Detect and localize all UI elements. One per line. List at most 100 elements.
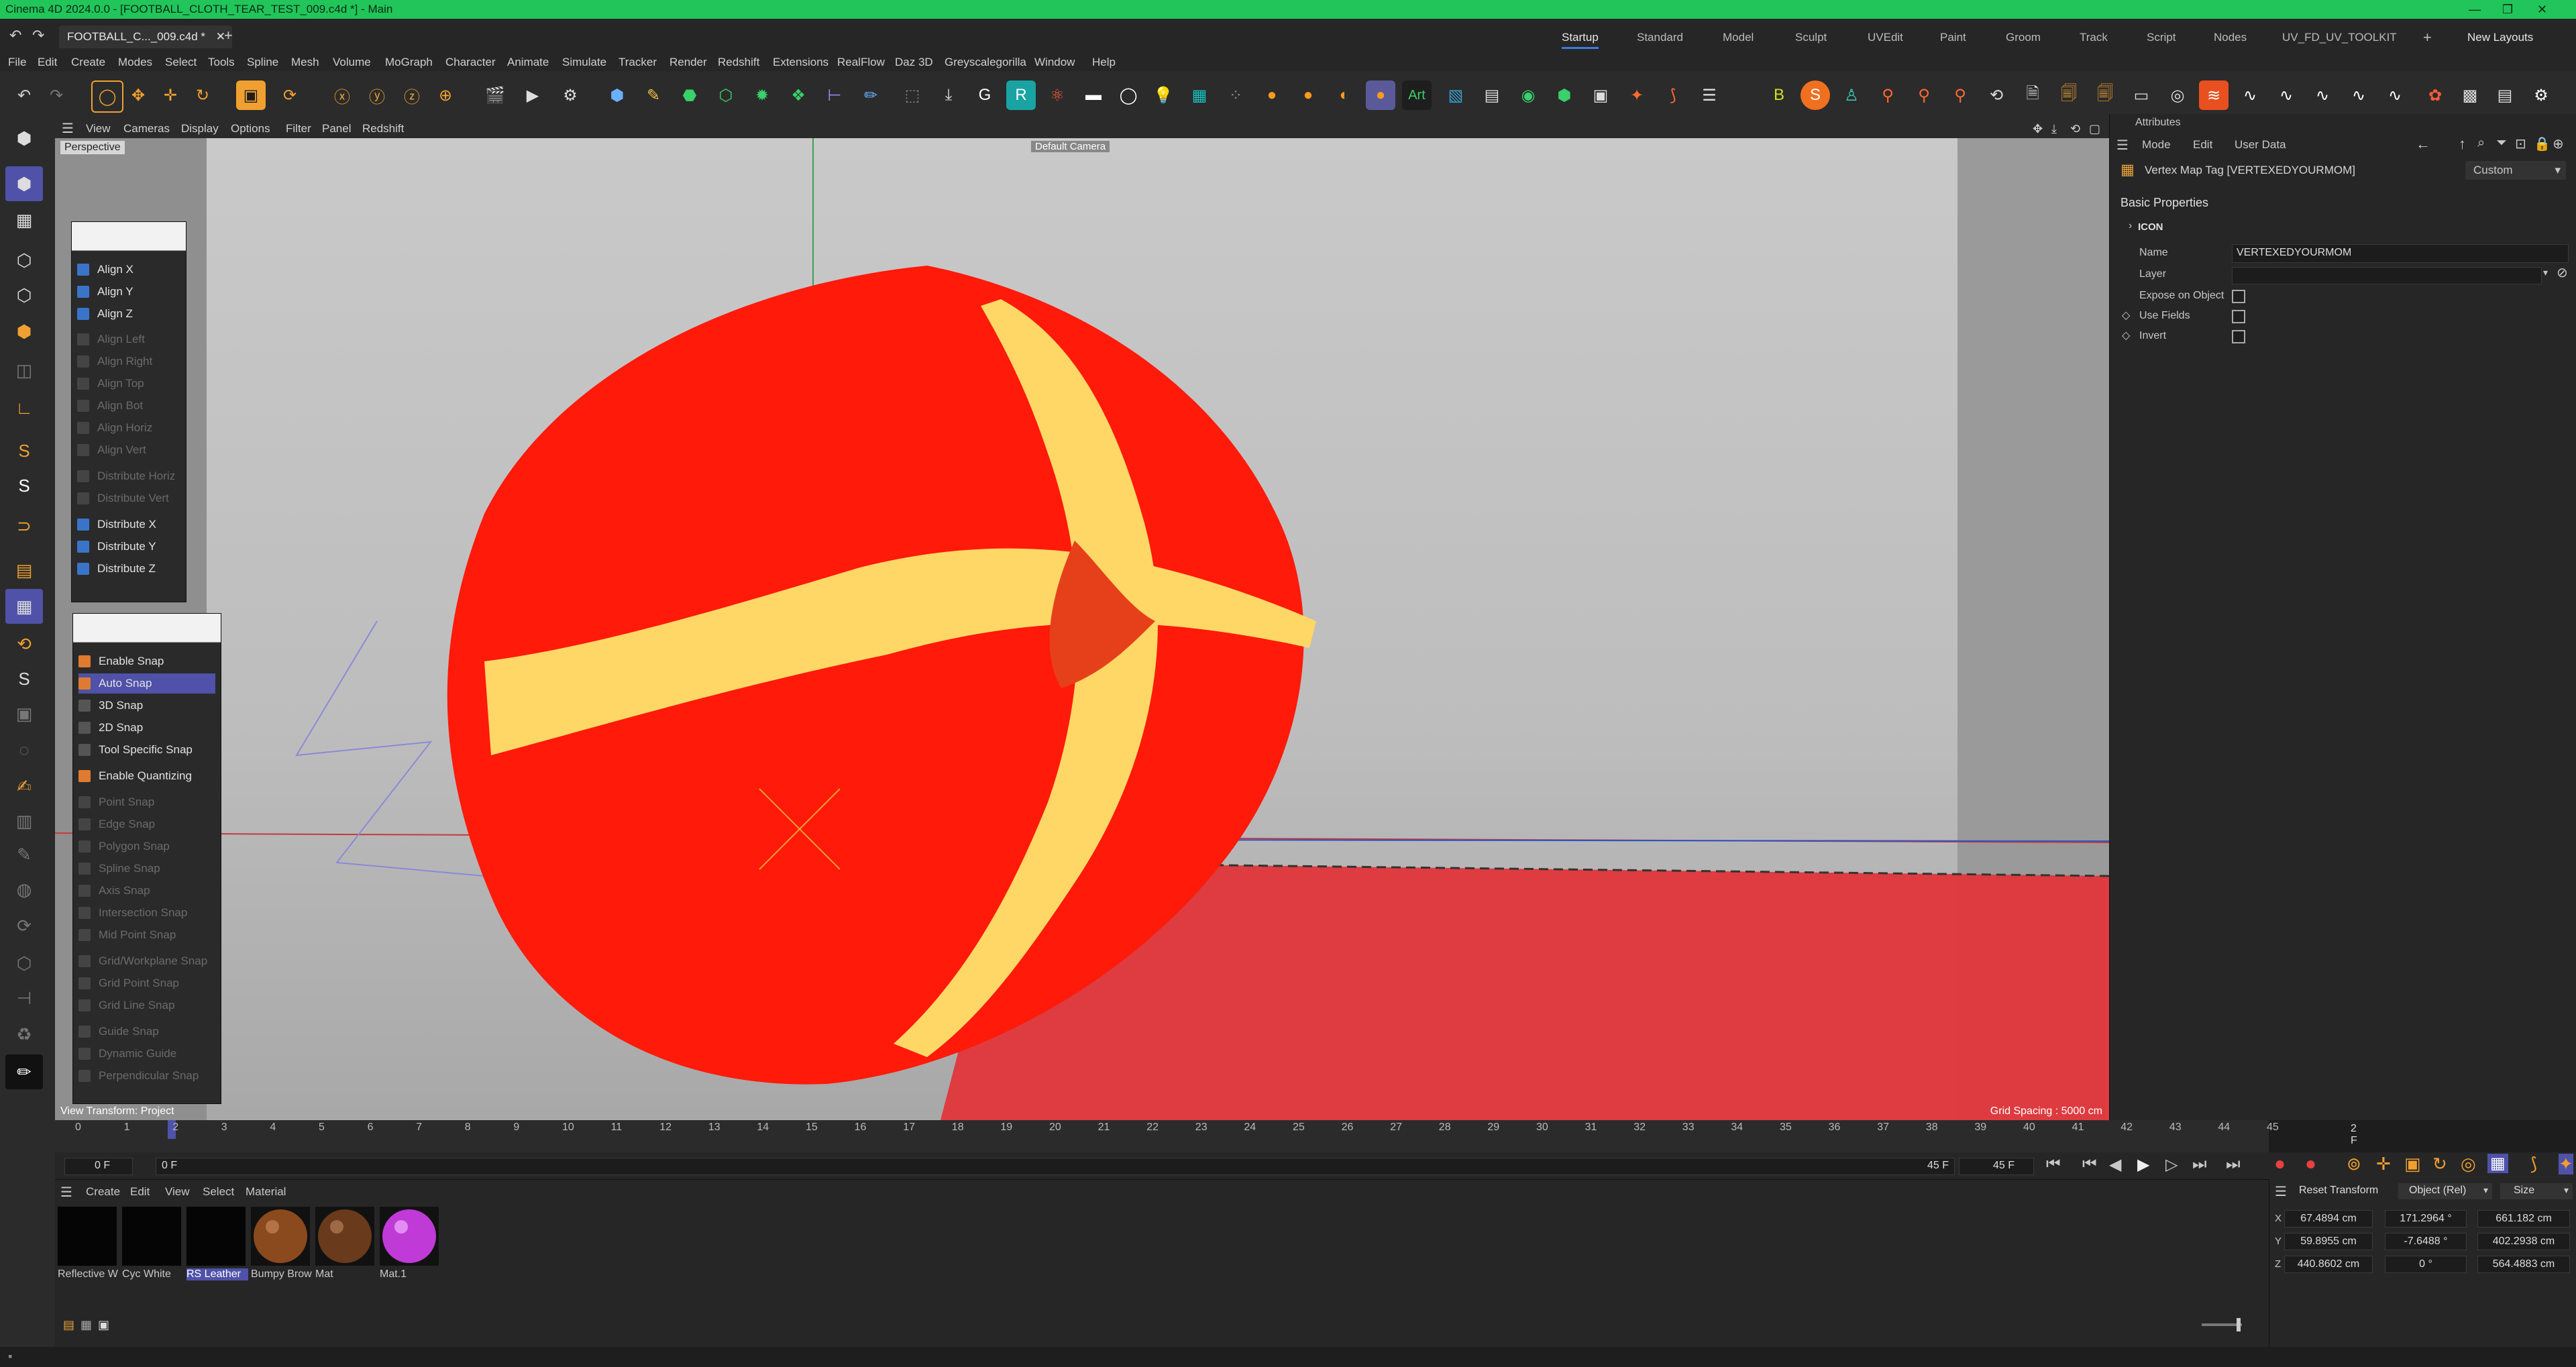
live-selection-icon[interactable]: ◯ xyxy=(91,80,123,113)
render-view-icon[interactable]: 🎬 xyxy=(480,80,510,110)
attr-menu-mode[interactable]: Mode xyxy=(2142,138,2171,152)
uv-mode-icon[interactable]: ◫ xyxy=(5,353,43,388)
points-mode-icon[interactable]: ⬡ xyxy=(5,243,43,278)
scale-icon[interactable]: ▣ xyxy=(236,80,266,110)
render-settings-icon[interactable]: ⚙ xyxy=(555,80,585,110)
rotation-h-field[interactable]: 171.2964 ° xyxy=(2385,1210,2467,1227)
key-parameter-icon[interactable]: ◎ xyxy=(2461,1154,2476,1174)
reset-transform-button[interactable]: Reset Transform xyxy=(2299,1185,2378,1197)
b-plugin-icon[interactable]: B xyxy=(1764,80,1794,110)
menu-redshift[interactable]: Redshift xyxy=(718,54,759,71)
key-rotation-icon[interactable]: ↻ xyxy=(2432,1154,2447,1174)
layout-tab-sculpt[interactable]: Sculpt xyxy=(1795,28,1827,47)
interpolation-icon[interactable]: ✦ xyxy=(2559,1154,2573,1174)
light-icon[interactable]: ▬ xyxy=(1079,80,1108,110)
next-key-icon[interactable]: ⏭ xyxy=(2192,1155,2207,1174)
gray-tool-4-icon[interactable]: ✎ xyxy=(5,837,43,872)
name-field[interactable]: VERTEXEDYOURMOM xyxy=(2232,244,2569,263)
layout-tab-standard[interactable]: Standard xyxy=(1637,28,1683,47)
z-axis-icon[interactable]: ⓩ xyxy=(397,80,427,110)
move-icon[interactable]: ✥ xyxy=(123,80,153,110)
layer-picker-icon[interactable]: ⊘ xyxy=(2557,264,2568,281)
grid-line-snap-item[interactable]: Grid Line Snap xyxy=(78,995,174,1016)
polygons-mode-icon[interactable]: ⬢ xyxy=(5,314,43,349)
refresh-icon[interactable]: ⟲ xyxy=(1982,80,2011,110)
lock-icon[interactable]: ⟲ xyxy=(5,626,43,661)
green-cube-icon[interactable]: ⬢ xyxy=(1550,80,1579,110)
mid-point-snap-item[interactable]: Mid Point Snap xyxy=(78,925,176,945)
redo-icon[interactable]: ↷ xyxy=(42,80,71,110)
rotate-icon[interactable]: ↻ xyxy=(188,80,217,110)
auto-key-icon[interactable]: ⏺ xyxy=(2306,1154,2315,1175)
filter-icon[interactable]: ⏷ xyxy=(2496,135,2507,151)
model-mode-icon[interactable]: ⬢ xyxy=(5,166,43,201)
tv-icon[interactable]: ▭ xyxy=(2127,80,2156,110)
film-icon[interactable]: ▤ xyxy=(2490,80,2520,110)
mat-menu-view[interactable]: View xyxy=(165,1185,190,1199)
vp-menu-panel[interactable]: Panel xyxy=(322,119,351,138)
viewport[interactable]: Perspective Default Camera View Transfor… xyxy=(55,138,2109,1120)
material-bumpy-brown[interactable] xyxy=(251,1207,310,1266)
keyframe-selection-icon[interactable]: ⊚ xyxy=(2347,1154,2361,1174)
mat-menu-create[interactable]: Create xyxy=(86,1185,120,1199)
gray-tool-5-icon[interactable]: ◍ xyxy=(5,872,43,907)
menu-create[interactable]: Create xyxy=(71,54,105,71)
menu-greyscalegorilla[interactable]: Greyscalegorilla xyxy=(945,54,1026,71)
circle-icon[interactable]: ◯ xyxy=(1114,80,1143,110)
position-x-field[interactable]: 67.4894 cm xyxy=(2284,1210,2373,1227)
minimize-button[interactable]: — xyxy=(2469,0,2481,19)
menu-daz3d[interactable]: Daz 3D xyxy=(895,54,933,71)
menu-select[interactable]: Select xyxy=(165,54,197,71)
menu-volume[interactable]: Volume xyxy=(333,54,371,71)
workplane-icon[interactable]: ▤ xyxy=(5,553,43,588)
next-frame-icon[interactable]: ▷ xyxy=(2165,1155,2178,1174)
up-arrow-icon[interactable]: ↑ xyxy=(2459,135,2466,153)
g-plugin-icon[interactable]: G xyxy=(970,80,1000,110)
enable-quantizing-item[interactable]: Enable Quantizing xyxy=(78,766,192,786)
auto-snap-item[interactable]: Auto Snap xyxy=(78,673,215,694)
align-z-item[interactable]: Align Z xyxy=(77,304,133,324)
texture-mode-icon[interactable]: ▦ xyxy=(5,203,43,237)
material-zoom-slider[interactable] xyxy=(2202,1323,2242,1326)
cam-icon[interactable]: ▩ xyxy=(2455,80,2485,110)
axis-snap-item[interactable]: Axis Snap xyxy=(78,881,150,901)
layout-tab-track[interactable]: Track xyxy=(2080,28,2108,47)
play-icon[interactable]: ▶ xyxy=(2137,1155,2149,1174)
3d-snap-item[interactable]: 3D Snap xyxy=(78,696,143,716)
key-scale-icon[interactable]: ▣ xyxy=(2404,1154,2421,1174)
snap-palette-header[interactable] xyxy=(73,614,221,643)
new-layouts-button[interactable]: New Layouts xyxy=(2467,28,2533,47)
vp-menu-view[interactable]: View xyxy=(86,119,111,138)
sphere-selected-icon[interactable]: ● xyxy=(1366,80,1395,110)
size-y-field[interactable]: 402.2938 cm xyxy=(2477,1233,2570,1250)
motion-icon[interactable]: ⟆ xyxy=(2530,1154,2537,1174)
position-z-field[interactable]: 440.8602 cm xyxy=(2284,1256,2373,1273)
hamburger-icon[interactable]: ☰ xyxy=(62,119,74,138)
material-rs-leather[interactable] xyxy=(186,1207,246,1266)
gray-tool-6-icon[interactable]: ⟳ xyxy=(5,908,43,943)
menu-help[interactable]: Help xyxy=(1092,54,1116,71)
align-vert-item[interactable]: Align Vert xyxy=(77,440,146,460)
dynamic-guide-item[interactable]: Dynamic Guide xyxy=(78,1044,176,1064)
guide-snap-item[interactable]: Guide Snap xyxy=(78,1022,159,1042)
invert-checkbox[interactable] xyxy=(2232,330,2245,343)
more-options-icon[interactable]: ⊕ xyxy=(2553,135,2564,152)
use-fields-keyframe-icon[interactable]: ◇ xyxy=(2122,309,2130,322)
vp-menu-display[interactable]: Display xyxy=(181,119,219,138)
layout-tab-groom[interactable]: Groom xyxy=(2006,28,2041,47)
end-frame-field[interactable]: 45 F xyxy=(1959,1158,2034,1175)
x-axis-icon[interactable]: ⓧ xyxy=(327,80,357,110)
back-arrow-icon[interactable]: ← xyxy=(2416,135,2430,153)
figure-icon[interactable]: ✦ xyxy=(1622,80,1652,110)
edge-snap-item[interactable]: Edge Snap xyxy=(78,814,155,834)
distribute-x-item[interactable]: Distribute X xyxy=(77,514,156,535)
pan-icon[interactable]: ✥ xyxy=(2033,119,2043,138)
save-incremental-icon[interactable]: 🗐 xyxy=(2054,80,2084,110)
cloner-icon[interactable]: ⬡ xyxy=(711,80,741,110)
sphere-orange-2-icon[interactable]: ● xyxy=(1293,80,1323,110)
previous-frame-icon[interactable]: ◀ xyxy=(2109,1155,2121,1174)
settings-gear-icon[interactable]: ⚙ xyxy=(2526,80,2556,110)
coordinate-space-select[interactable]: Object (Rel) ▾ xyxy=(2398,1183,2492,1199)
menu-window[interactable]: Window xyxy=(1034,54,1075,71)
spline-snap-item[interactable]: Spline Snap xyxy=(78,859,160,879)
